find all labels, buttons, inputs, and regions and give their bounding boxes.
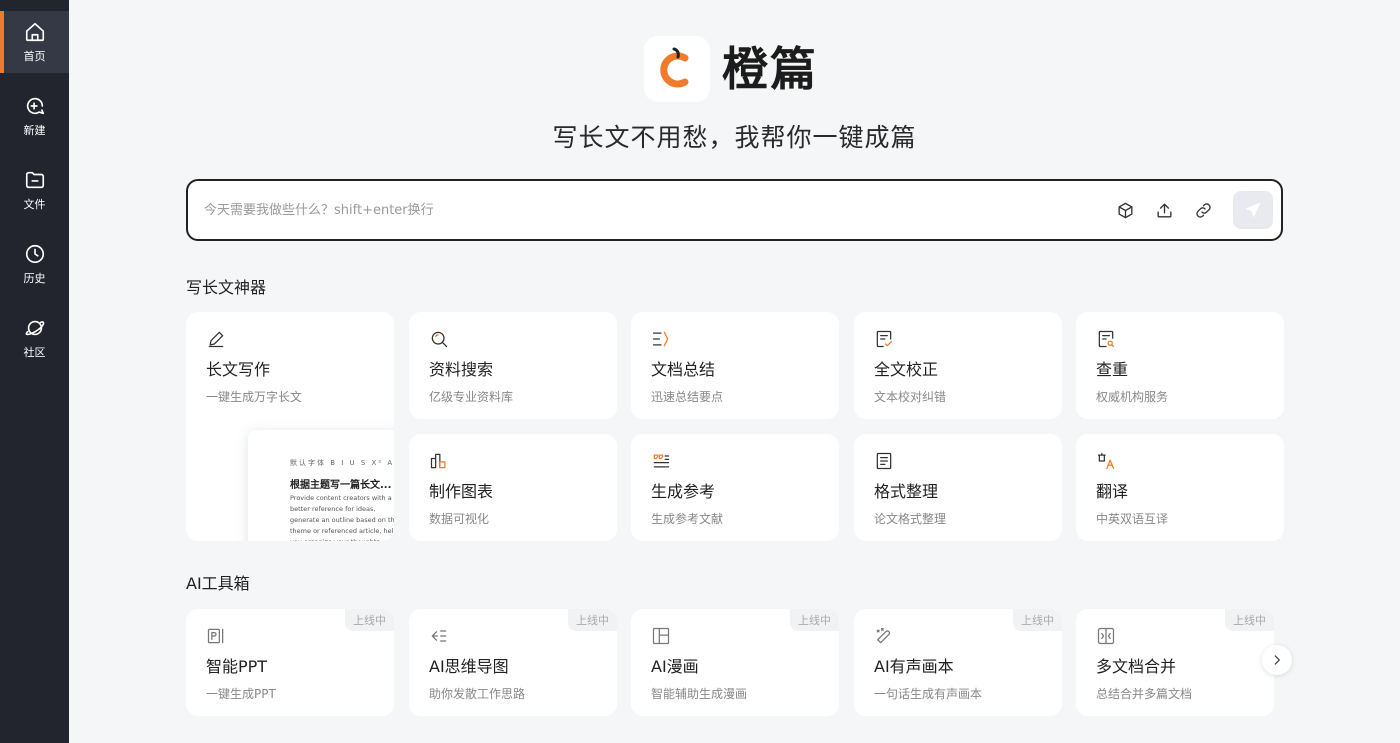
sidebar-item-community[interactable]: 社区 [0,307,69,369]
card-title: 文档总结 [651,360,716,379]
sidebar-item-files[interactable]: 文件 [0,159,69,221]
clock-icon [25,244,44,263]
card-subtitle: 权威机构服务 [1096,390,1169,404]
preview-toolbar: 默认字体 B I U S X² A [290,459,394,467]
new-chat-icon [26,97,44,114]
card-subtitle: 总结合并多篇文档 [1096,687,1193,701]
upload-button[interactable] [1153,199,1175,221]
sidebar-item-history[interactable]: 历史 [0,233,69,295]
home-icon [25,22,44,41]
sidebar-item-label: 社区 [23,345,46,359]
translate-icon [1096,451,1116,471]
document-preview: 默认字体 B I U S X² A 根据主题写一篇长文... Provide c… [248,430,394,541]
format-icon [874,451,894,471]
mindmap-icon [429,626,449,646]
card-subtitle: 论文格式整理 [874,512,947,526]
card-title: 生成参考 [651,482,716,501]
status-badge: 上线中 [1013,609,1062,631]
card-title: 全文校正 [874,360,939,379]
card-doc-summary[interactable]: 文档总结 迅速总结要点 [631,312,839,419]
card-subtitle: 一键生成PPT [206,687,276,701]
card-title: AI有声画本 [874,657,954,676]
prompt-box [186,179,1283,241]
card-title: 格式整理 [874,482,939,501]
card-ai-comic[interactable]: 上线中 AI漫画 智能辅助生成漫画 [631,609,839,716]
folder-icon [25,171,44,188]
summary-icon [651,329,671,349]
card-title: 智能PPT [206,657,268,676]
card-subtitle: 智能辅助生成漫画 [651,687,748,701]
search-icon [429,329,449,349]
link-button[interactable] [1192,199,1214,221]
status-badge: 上线中 [1225,609,1274,631]
quote-icon [651,451,671,471]
card-title: 资料搜索 [429,360,494,379]
card-title: 长文写作 [206,360,271,379]
card-subtitle: 一句话生成有声画本 [874,687,983,701]
model-button[interactable] [1114,199,1136,221]
status-badge: 上线中 [345,609,394,631]
pencil-icon [206,329,226,349]
brand-name: 橙篇 [722,42,818,96]
card-subtitle: 助你发散工作思路 [429,687,526,701]
card-references[interactable]: 生成参考 生成参考文献 [631,434,839,541]
card-title: 翻译 [1096,482,1129,501]
sidebar-item-label: 首页 [23,49,46,63]
card-long-writing[interactable]: 长文写作 一键生成万字长文 默认字体 B I U S X² A 根据主题写一篇长… [186,312,394,541]
audiobook-icon [874,626,894,646]
card-audiobook[interactable]: 上线中 AI有声画本 一句话生成有声画本 [854,609,1062,716]
ppt-icon [206,626,226,646]
card-format[interactable]: 格式整理 论文格式整理 [854,434,1062,541]
plagiarism-icon [1096,329,1116,349]
card-subtitle: 亿级专业资料库 [429,390,514,404]
card-subtitle: 生成参考文献 [651,512,724,526]
card-proofread[interactable]: 全文校正 文本校对纠错 [854,312,1062,419]
sidebar-item-label: 历史 [23,271,46,285]
planet-icon [25,320,44,335]
proofread-icon [874,329,894,349]
preview-title: 根据主题写一篇长文... [290,480,392,491]
card-plagiarism[interactable]: 查重 权威机构服务 [1076,312,1284,419]
card-subtitle: 迅速总结要点 [651,390,724,404]
sidebar-item-label: 文件 [23,197,46,211]
card-title: 多文档合并 [1096,657,1177,676]
upload-icon [1156,202,1172,218]
card-title: 制作图表 [429,482,494,501]
status-badge: 上线中 [790,609,839,631]
send-icon [1245,202,1261,218]
link-icon [1195,202,1211,218]
status-badge: 上线中 [568,609,617,631]
cube-icon [1117,202,1133,218]
card-subtitle: 文本校对纠错 [874,390,947,404]
card-smart-ppt[interactable]: 上线中 智能PPT 一键生成PPT [186,609,394,716]
section-title-writing: 写长文神器 [186,278,267,297]
merge-icon [1096,626,1116,646]
comic-icon [651,626,671,646]
preview-body: Provide content creators with a better r… [290,494,394,541]
chart-icon [429,451,449,471]
tagline: 写长文不用愁，我帮你一键成篇 [552,123,917,152]
card-subtitle: 中英双语互译 [1096,512,1169,526]
brand-logo [644,36,710,102]
card-make-chart[interactable]: 制作图表 数据可视化 [409,434,617,541]
section-title-tools: AI工具箱 [186,574,250,593]
send-button[interactable] [1233,191,1273,229]
sidebar: 首页 新建 文件 历史 社区 [0,0,69,743]
card-mindmap[interactable]: 上线中 AI思维导图 助你发散工作思路 [409,609,617,716]
card-title: AI漫画 [651,657,699,676]
card-subtitle: 数据可视化 [429,512,490,526]
sidebar-item-home[interactable]: 首页 [0,11,69,73]
orange-logo-icon [660,47,689,88]
carousel-next-button[interactable] [1262,645,1292,675]
card-subtitle: 一键生成万字长文 [206,390,303,404]
chevron-right-icon [1274,655,1280,665]
card-title: 查重 [1096,360,1129,379]
card-translate[interactable]: 翻译 中英双语互译 [1076,434,1284,541]
card-material-search[interactable]: 资料搜索 亿级专业资料库 [409,312,617,419]
prompt-input[interactable] [204,181,1084,239]
card-doc-merge[interactable]: 上线中 多文档合并 总结合并多篇文档 [1076,609,1274,716]
card-title: AI思维导图 [429,657,509,676]
